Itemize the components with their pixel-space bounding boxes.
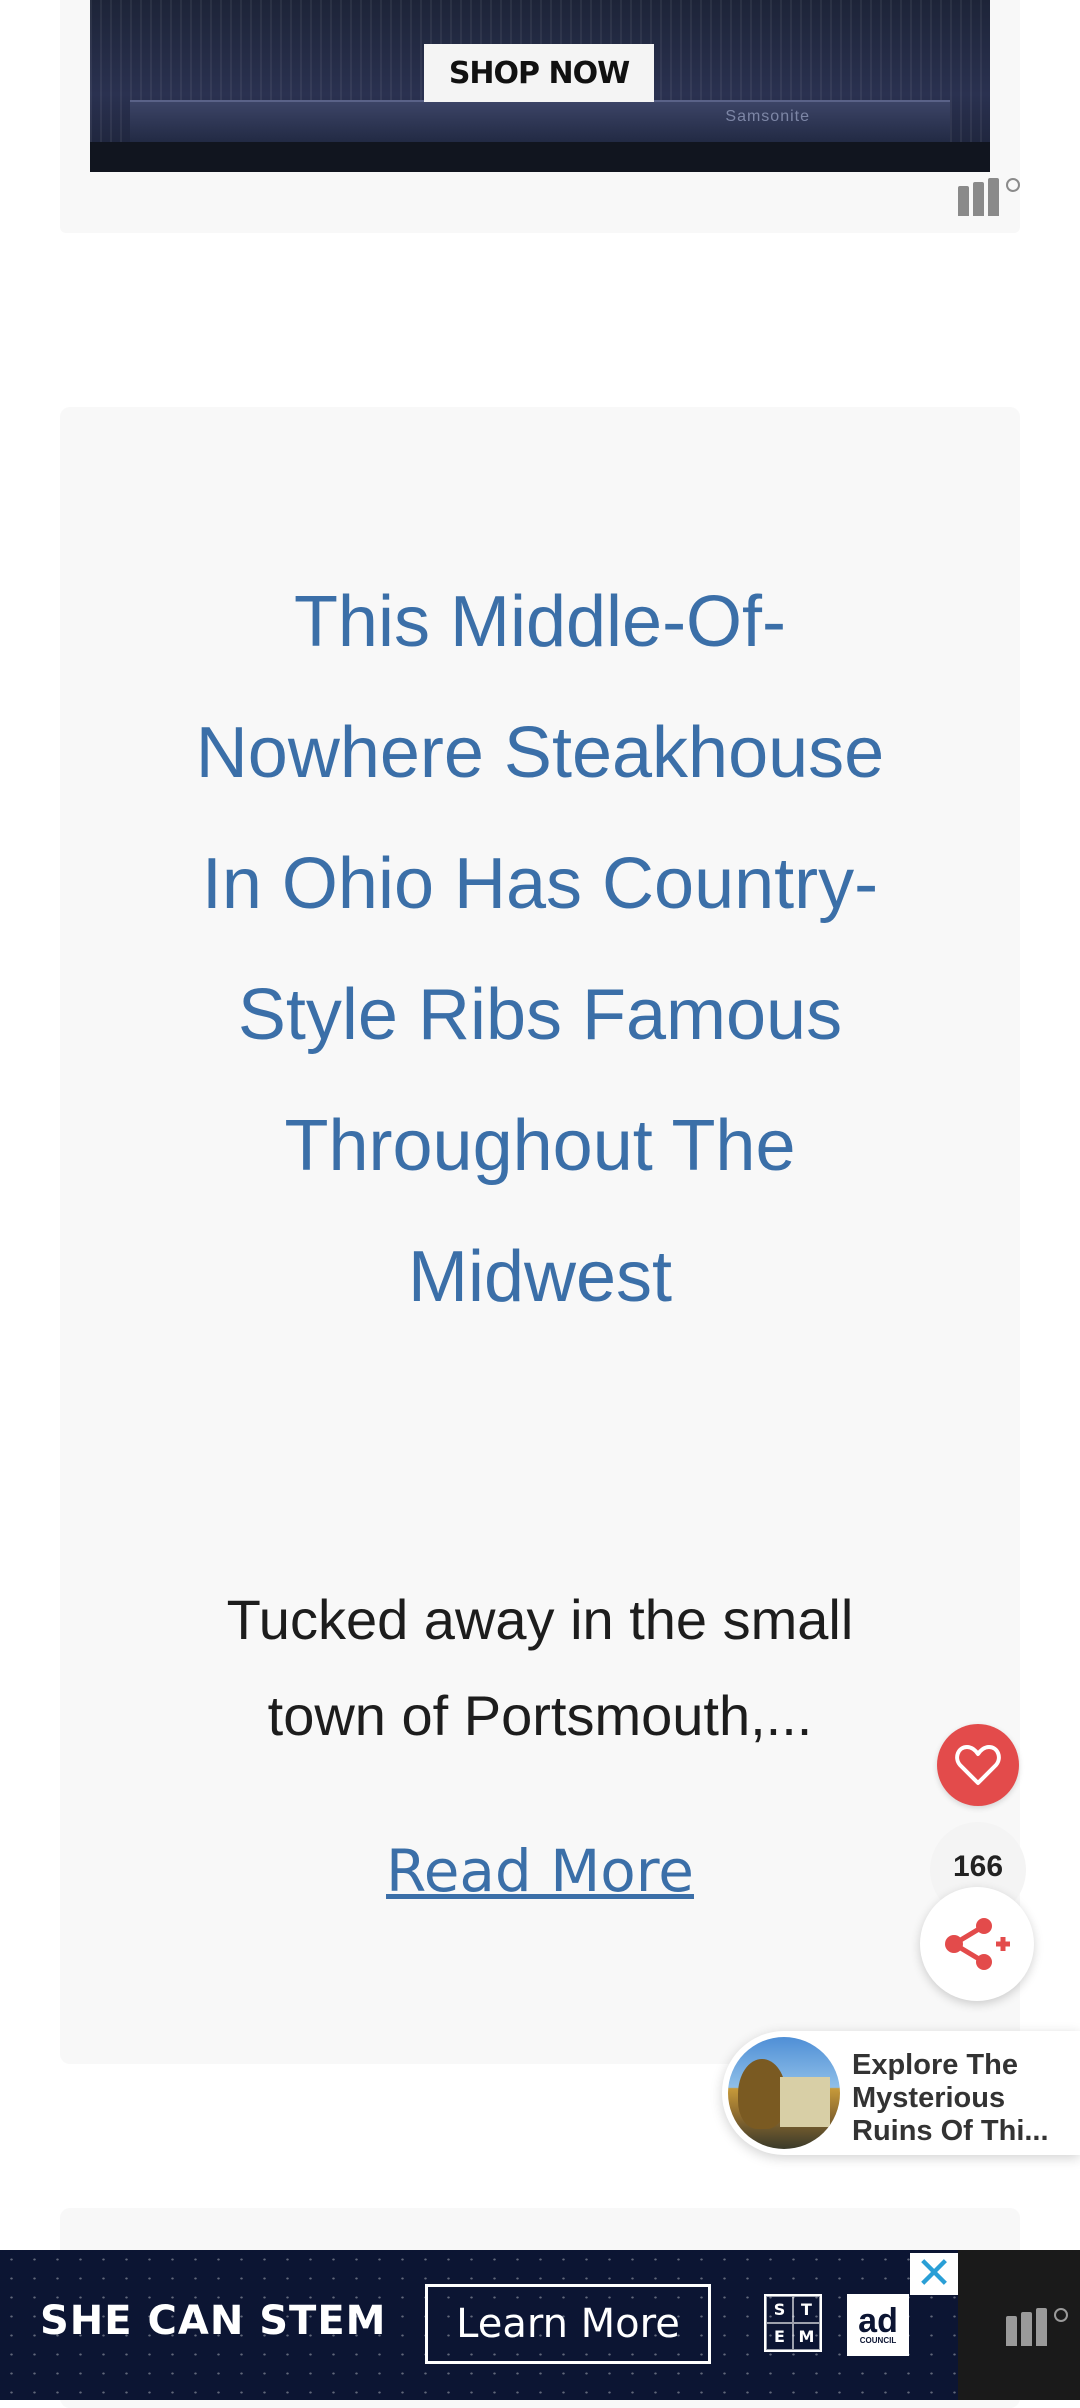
banner-headline: SHE CAN STEM bbox=[40, 2298, 387, 2344]
share-icon bbox=[945, 1918, 1010, 1970]
house-shape bbox=[780, 2077, 830, 2127]
ad-council-logo: ad COUNCIL bbox=[847, 2294, 909, 2356]
favorite-button[interactable] bbox=[937, 1724, 1019, 1806]
mediavine-logo-icon-bottom[interactable] bbox=[1006, 2308, 1068, 2346]
heart-icon bbox=[955, 1745, 1001, 1785]
recommended-title: Explore The Mysterious Ruins Of Thi... bbox=[852, 2049, 1049, 2147]
stem-letter-s: S bbox=[766, 2296, 793, 2323]
recommended-thumbnail bbox=[728, 2037, 840, 2149]
tree-shape bbox=[738, 2059, 786, 2129]
luggage-band bbox=[130, 100, 950, 142]
article-card: This Middle-Of-Nowhere Steakhouse In Ohi… bbox=[60, 407, 1020, 2064]
read-more-link[interactable]: Read More bbox=[60, 1837, 1020, 1905]
recommended-article-pill[interactable]: Explore The Mysterious Ruins Of Thi... bbox=[722, 2031, 1080, 2155]
mediavine-logo-icon[interactable] bbox=[958, 178, 1020, 216]
learn-more-button[interactable]: Learn More bbox=[425, 2284, 711, 2364]
stem-letter-m: M bbox=[793, 2323, 820, 2350]
top-ad-card: Samsonite SHOP NOW bbox=[60, 0, 1020, 233]
article-title[interactable]: This Middle-Of-Nowhere Steakhouse In Ohi… bbox=[190, 557, 890, 1343]
stem-letter-t: T bbox=[793, 2296, 820, 2323]
ad-brand-text: Samsonite bbox=[725, 108, 810, 125]
ad-logo-panel bbox=[958, 2250, 1080, 2400]
close-ad-button[interactable]: ✕ bbox=[910, 2252, 958, 2296]
ad-council-big: ad bbox=[858, 2301, 898, 2340]
article-excerpt: Tucked away in the small town of Portsmo… bbox=[226, 1588, 854, 1747]
ad-council-small: COUNCIL bbox=[859, 2335, 897, 2345]
luggage-base bbox=[90, 142, 990, 172]
shop-now-button[interactable]: SHOP NOW bbox=[424, 44, 654, 102]
share-button[interactable] bbox=[920, 1887, 1034, 2001]
luggage-ad-image[interactable]: Samsonite SHOP NOW bbox=[90, 0, 990, 172]
stem-logo: S T E M bbox=[764, 2294, 822, 2352]
stem-letter-e: E bbox=[766, 2323, 793, 2350]
